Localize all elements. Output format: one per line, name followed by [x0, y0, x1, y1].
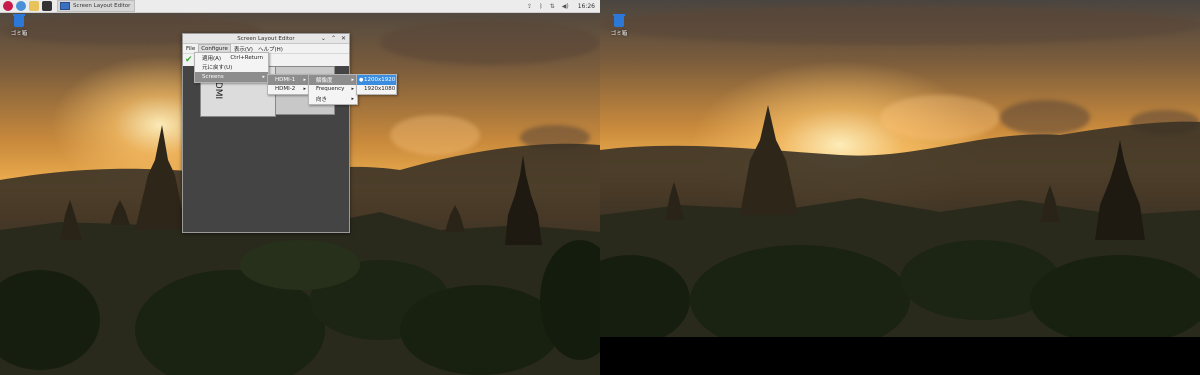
menu-item-frequency[interactable]: Frequency ▸: [309, 85, 357, 95]
menu-item-screens[interactable]: Screens ▸: [195, 72, 268, 82]
submenu-arrow-icon: ▸: [303, 76, 306, 83]
menu-item-apply[interactable]: 適用(A) Ctrl+Return: [195, 53, 268, 63]
terminal-icon[interactable]: [42, 1, 52, 11]
menu-item-label: Frequency: [316, 86, 345, 93]
trash-icon: [613, 14, 625, 27]
window-icon: [60, 2, 70, 10]
menu-item-label: 元に戻す(U): [202, 65, 233, 72]
submenu-arrow-icon: ▸: [303, 86, 306, 93]
submenu-arrow-icon: ▸: [351, 95, 354, 102]
file-manager-icon[interactable]: [29, 1, 39, 11]
window-title: Screen Layout Editor: [237, 35, 295, 42]
menu-item-resolution[interactable]: 解像度 ▸: [309, 75, 357, 85]
menu-item-label: 1920x1080: [364, 86, 396, 93]
menu-item-label: 解像度: [316, 77, 333, 84]
configure-menu: 適用(A) Ctrl+Return 元に戻す(U) Screens ▸: [194, 52, 269, 83]
trash-icon: [13, 14, 25, 27]
menu-item-label: Screens: [202, 73, 224, 80]
minimize-icon[interactable]: ⌄: [321, 35, 326, 42]
menu-item-resolution-1920x1080[interactable]: 1920x1080: [357, 85, 396, 95]
taskbar: Screen Layout Editor ⇪ ᛒ ⇅ ◀) 16:26: [0, 0, 600, 13]
desktop-right: [600, 0, 1200, 337]
menu-item-label: HDMI-2: [275, 86, 296, 93]
submenu-arrow-icon: ▸: [262, 73, 265, 80]
browser-icon[interactable]: [16, 1, 26, 11]
menu-item-label: 適用(A): [202, 55, 222, 62]
trash-label: ゴミ箱: [10, 31, 28, 37]
close-icon[interactable]: ✕: [341, 35, 346, 42]
menu-item-orientation[interactable]: 向き ▸: [309, 94, 357, 104]
trash-label: ゴミ箱: [610, 31, 628, 37]
bluetooth-icon[interactable]: ᛒ: [539, 3, 543, 10]
network-icon[interactable]: ⇅: [550, 3, 555, 10]
menu-item-shortcut: Ctrl+Return: [230, 54, 263, 61]
window-titlebar[interactable]: Screen Layout Editor ⌄ ⌃ ✕: [183, 34, 349, 44]
menu-item-label: HDMI-1: [275, 76, 296, 83]
updates-icon[interactable]: ⇪: [527, 3, 532, 10]
trash-desktop-icon[interactable]: ゴミ箱: [606, 14, 632, 37]
submenu-arrow-icon: ▸: [351, 76, 354, 83]
taskbar-window-label: Screen Layout Editor: [73, 3, 131, 9]
menu-item-label: 向き: [316, 96, 328, 103]
volume-icon[interactable]: ◀): [562, 3, 569, 10]
raspberry-menu-icon[interactable]: [3, 1, 13, 11]
wallpaper-landscape: [600, 105, 1200, 337]
menu-item-undo[interactable]: 元に戻す(U): [195, 63, 268, 73]
menu-item-hdmi-2[interactable]: HDMI-2 ▸: [268, 85, 309, 95]
hdmi1-submenu: 解像度 ▸ Frequency ▸ 向き ▸: [308, 74, 358, 105]
clock[interactable]: 16:26: [578, 3, 595, 10]
resolution-submenu: ● 1200x1920 1920x1080: [356, 74, 397, 95]
menu-item-resolution-1200x1920[interactable]: ● 1200x1920: [357, 75, 396, 85]
maximize-icon[interactable]: ⌃: [331, 35, 336, 42]
screens-submenu: HDMI-1 ▸ HDMI-2 ▸: [267, 74, 310, 95]
submenu-arrow-icon: ▸: [351, 86, 354, 93]
system-tray: ⇪ ᛒ ⇅ ◀) 16:26: [527, 1, 595, 11]
apply-check-icon[interactable]: ✔: [185, 55, 193, 65]
menu-item-label: 1200x1920: [364, 76, 396, 83]
taskbar-window-button[interactable]: Screen Layout Editor: [57, 0, 136, 12]
menu-item-hdmi-1[interactable]: HDMI-1 ▸: [268, 75, 309, 85]
selected-radio-icon: ●: [359, 76, 364, 83]
trash-desktop-icon[interactable]: ゴミ箱: [6, 14, 32, 37]
